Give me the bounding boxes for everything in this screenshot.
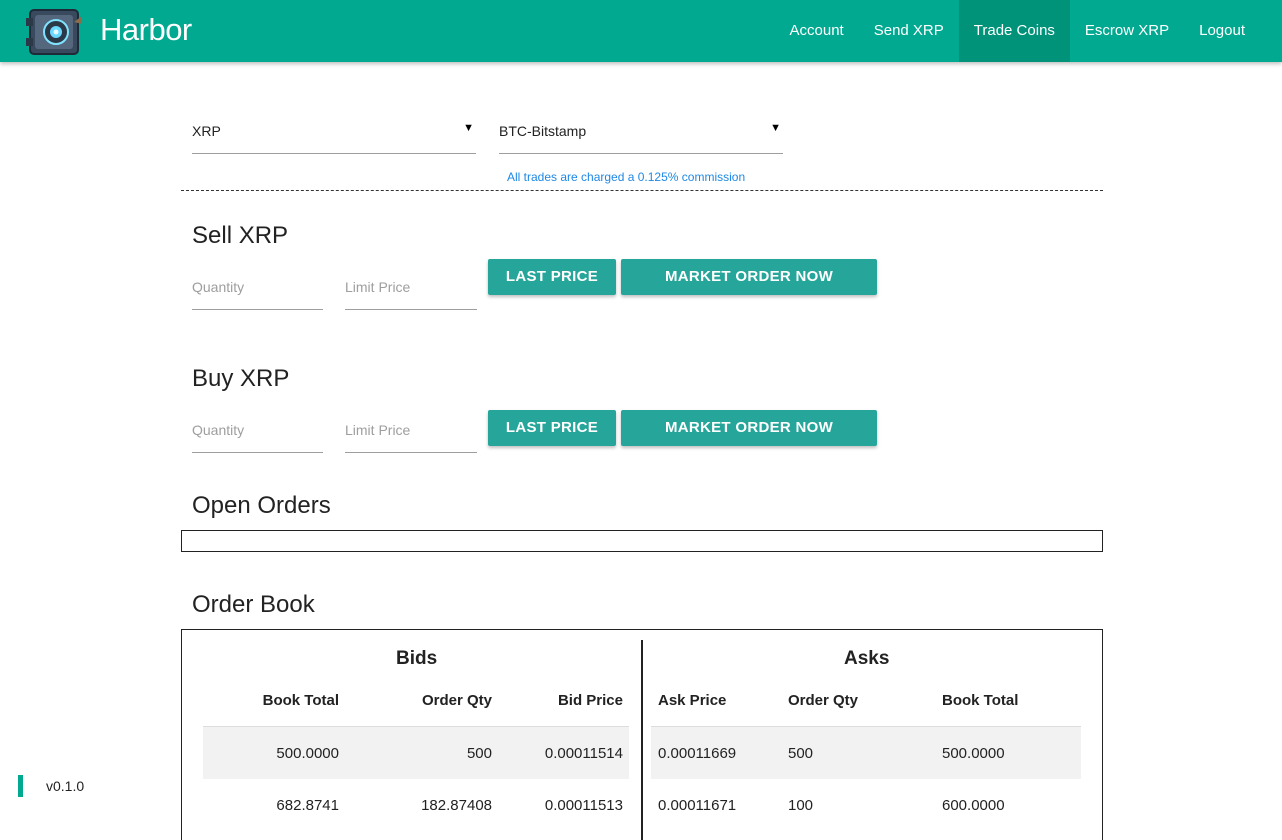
- ask-price: 0.00011669: [658, 745, 737, 762]
- open-orders-title: Open Orders: [192, 492, 331, 519]
- buy-title: Buy XRP: [192, 365, 290, 392]
- base-currency-select[interactable]: XRP ▼: [192, 118, 476, 154]
- harbor-logo-icon[interactable]: [26, 4, 84, 60]
- counter-currency-value: BTC-Bitstamp: [499, 123, 587, 139]
- asks-header-order-qty: Order Qty: [788, 692, 859, 709]
- buy-market-order-button[interactable]: MARKET ORDER NOW: [621, 410, 877, 446]
- sell-market-order-button[interactable]: MARKET ORDER NOW: [621, 259, 877, 295]
- bid-book-total: 682.8741: [276, 797, 339, 814]
- ask-price: 0.00011671: [658, 797, 737, 814]
- dropdown-arrow-icon: ▼: [770, 122, 781, 134]
- ask-order-qty: 100: [788, 797, 814, 814]
- dropdown-arrow-icon: ▼: [463, 122, 474, 134]
- bid-price: 0.00011513: [544, 797, 623, 814]
- bid-book-total: 500.0000: [276, 745, 339, 762]
- sell-title: Sell XRP: [192, 222, 289, 249]
- nav-account[interactable]: Account: [775, 0, 859, 62]
- main-nav: Account Send XRP Trade Coins Escrow XRP …: [775, 0, 1260, 62]
- commission-note: All trades are charged a 0.125% commissi…: [507, 170, 746, 184]
- nav-logout[interactable]: Logout: [1184, 0, 1260, 62]
- buy-limit-price-placeholder: Limit Price: [345, 422, 411, 438]
- buy-limit-price-input[interactable]: Limit Price: [345, 412, 477, 453]
- counter-currency-select[interactable]: BTC-Bitstamp ▼: [499, 118, 783, 154]
- asks-header-book-total: Book Total: [942, 692, 1019, 709]
- bids-header-book-total: Book Total: [262, 692, 339, 709]
- brand-name[interactable]: Harbor: [100, 12, 192, 48]
- sell-quantity-placeholder: Quantity: [192, 279, 245, 295]
- ask-order-qty: 500: [788, 745, 814, 762]
- section-divider: [181, 190, 1103, 191]
- open-orders-table: [181, 530, 1103, 552]
- buy-quantity-placeholder: Quantity: [192, 422, 245, 438]
- base-currency-value: XRP: [192, 123, 221, 139]
- buy-quantity-input[interactable]: Quantity: [192, 412, 323, 453]
- bid-order-qty: 182.87408: [421, 797, 492, 814]
- nav-send-xrp[interactable]: Send XRP: [859, 0, 959, 62]
- order-book-title: Order Book: [192, 591, 315, 618]
- version-indicator-bar: [18, 775, 23, 797]
- sell-last-price-button[interactable]: LAST PRICE: [488, 259, 616, 295]
- ask-book-total: 600.0000: [942, 797, 1005, 814]
- bid-price: 0.00011514: [544, 745, 623, 762]
- order-book-table: Bids Asks Book Total Order Qty Bid Price…: [181, 629, 1103, 840]
- top-nav-bar: Harbor Account Send XRP Trade Coins Escr…: [0, 0, 1282, 62]
- nav-escrow-xrp[interactable]: Escrow XRP: [1070, 0, 1184, 62]
- ask-book-total: 500.0000: [942, 745, 1005, 762]
- sell-limit-price-input[interactable]: Limit Price: [345, 269, 477, 310]
- bids-title: Bids: [396, 648, 438, 669]
- sell-quantity-input[interactable]: Quantity: [192, 269, 323, 310]
- nav-trade-coins[interactable]: Trade Coins: [958, 0, 1070, 62]
- asks-header-ask-price: Ask Price: [658, 692, 727, 709]
- bids-header-order-qty: Order Qty: [421, 692, 492, 709]
- bids-header-bid-price: Bid Price: [557, 692, 623, 709]
- version-label: v0.1.0: [46, 778, 85, 794]
- sell-limit-price-placeholder: Limit Price: [345, 279, 411, 295]
- bid-order-qty: 500: [466, 745, 492, 762]
- asks-title: Asks: [844, 648, 890, 669]
- buy-last-price-button[interactable]: LAST PRICE: [488, 410, 616, 446]
- book-divider: [641, 640, 643, 840]
